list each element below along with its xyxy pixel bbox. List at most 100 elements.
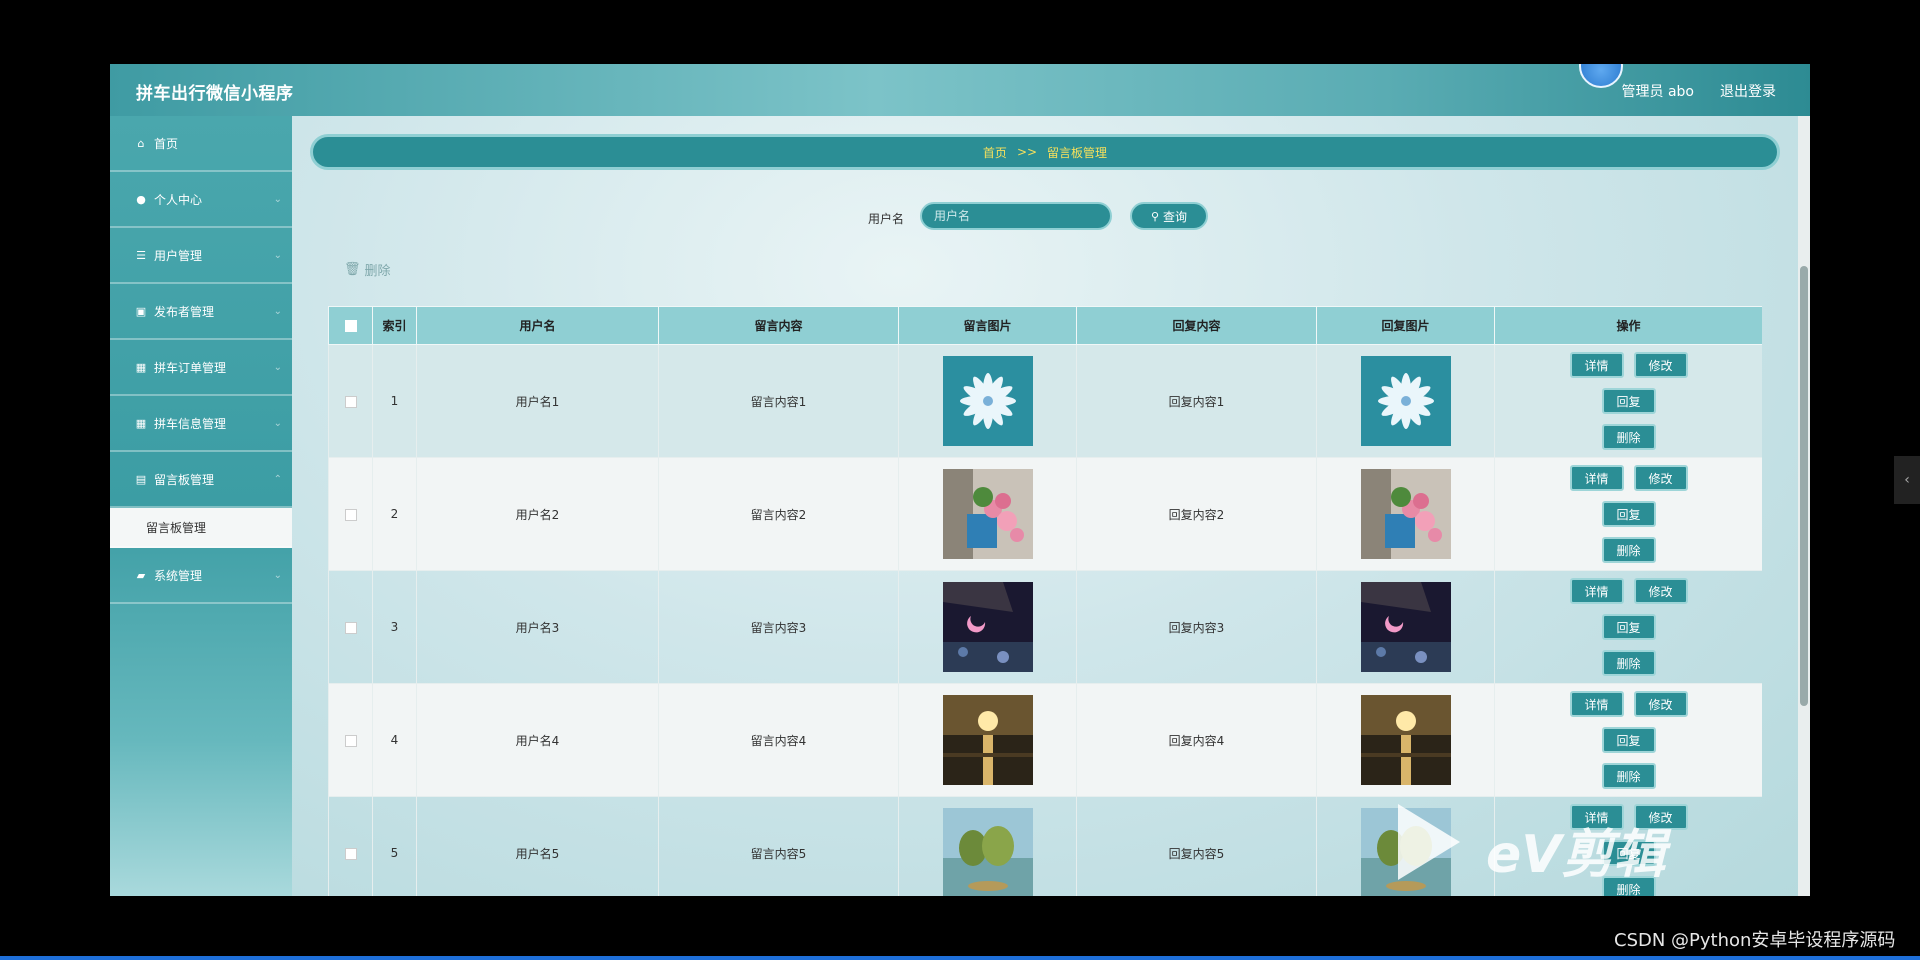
message-image[interactable] [942,582,1033,672]
settings-icon: ▰ [136,568,146,582]
message-content-cell: 留言内容1 [658,344,899,458]
sidebar-item-home[interactable]: ⌂ 首页 [110,116,292,172]
row-checkbox[interactable] [344,395,357,408]
watermark-play-icon [1398,804,1460,880]
table-row[interactable]: 2 用户名2 留言内容2 回复内容2 详情 修改 回复 删除 [328,457,1762,571]
main-content: 首页 >> 留言板管理 用户名 ⚲ 查询 🗑 删除 [292,116,1810,896]
row-checkbox[interactable] [344,734,357,747]
edit-button[interactable]: 修改 [1633,578,1688,604]
sidebar-item-publisher-management[interactable]: ▣ 发布者管理 ⌄ [110,284,292,340]
sidebar-item-order-management[interactable]: ▦ 拼车订单管理 ⌄ [110,340,292,396]
edit-button[interactable]: 修改 [1633,691,1688,717]
trash-icon: 🗑 [344,262,361,277]
table-row[interactable]: 3 用户名3 留言内容3 回复内容3 详情 修改 回复 删除 [328,570,1762,684]
username-cell: 用户名2 [416,457,659,571]
breadcrumb: 首页 >> 留言板管理 [310,134,1780,170]
search-input[interactable] [920,202,1112,230]
column-header[interactable]: 留言图片 [898,306,1077,345]
search-button[interactable]: ⚲ 查询 [1130,202,1208,230]
sidebar-item-label: 首页 [154,136,179,151]
sidebar-item-label: 留言板管理 [154,472,215,487]
select-all-checkbox[interactable] [344,320,357,332]
sidebar-item-label: 拼车订单管理 [154,360,227,375]
column-header[interactable]: 索引 [372,306,417,345]
reply-button[interactable]: 回复 [1601,614,1656,640]
message-image[interactable] [942,695,1033,785]
reply-button[interactable]: 回复 [1601,388,1656,414]
reply-image[interactable] [1360,356,1451,446]
detail-button[interactable]: 详情 [1569,352,1624,378]
message-icon: ▤ [135,472,147,486]
message-image-cell [898,683,1077,797]
column-header[interactable]: 回复图片 [1316,306,1495,345]
message-image-cell [898,457,1077,571]
delete-button[interactable]: 删除 [1601,650,1656,676]
detail-button[interactable]: 详情 [1569,578,1624,604]
index-cell: 3 [372,570,417,684]
sidebar-item-message-board[interactable]: ▤ 留言板管理 ⌃ [110,452,292,508]
message-image-cell [898,796,1077,896]
column-header[interactable]: 留言内容 [658,306,899,345]
bulk-delete-button[interactable]: 🗑 删除 [344,260,391,279]
reply-content-cell: 回复内容4 [1076,683,1317,797]
table-row[interactable]: 4 用户名4 留言内容4 回复内容4 详情 修改 回复 删除 [328,683,1762,797]
sidebar-item-carpool-info[interactable]: ▦ 拼车信息管理 ⌄ [110,396,292,452]
sidebar-item-system-management[interactable]: ▰ 系统管理 ⌄ [110,548,292,604]
column-header[interactable]: 用户名 [416,306,659,345]
username-cell: 用户名1 [416,344,659,458]
row-checkbox[interactable] [344,621,357,634]
delete-button[interactable]: 删除 [1601,537,1656,563]
column-header[interactable]: 回复内容 [1076,306,1317,345]
breadcrumb-home[interactable]: 首页 [983,144,1007,161]
reply-image-cell [1316,683,1495,797]
row-select-cell [328,796,373,896]
reply-button[interactable]: 回复 [1601,501,1656,527]
reply-image[interactable] [1360,695,1451,785]
message-content-cell: 留言内容5 [658,796,899,896]
index-cell: 4 [372,683,417,797]
row-checkbox[interactable] [344,508,357,521]
search-button-label: 查询 [1163,209,1188,224]
row-select-cell [328,570,373,684]
message-image[interactable] [942,469,1033,559]
reply-image[interactable] [1360,469,1451,559]
message-image-cell [898,570,1077,684]
delete-button[interactable]: 删除 [1601,763,1656,789]
delete-button[interactable]: 删除 [1601,424,1656,450]
message-content-cell: 留言内容3 [658,570,899,684]
message-image[interactable] [942,808,1033,896]
sidebar-item-label: 拼车信息管理 [154,416,227,431]
scrollbar-thumb[interactable] [1800,266,1808,706]
actions-cell: 详情 修改回复删除 [1494,344,1762,458]
reply-content-cell: 回复内容5 [1076,796,1317,896]
reply-button[interactable]: 回复 [1601,727,1656,753]
detail-button[interactable]: 详情 [1569,465,1624,491]
sidebar-item-user-management[interactable]: ☰ 用户管理 ⌄ [110,228,292,284]
chevron-down-icon: ⌄ [273,570,282,581]
sidebar: ⌂ 首页 ● 个人中心 ⌄ ☰ 用户管理 ⌄ ▣ 发布者管理 ⌄ ▦ 拼车订单管… [110,116,292,896]
detail-button[interactable]: 详情 [1569,691,1624,717]
vertical-scrollbar[interactable] [1798,116,1810,896]
actions-cell: 详情 修改回复删除 [1494,683,1762,797]
reply-content-cell: 回复内容3 [1076,570,1317,684]
search-label: 用户名 [868,212,905,226]
app-title: 拼车出行微信小程序 [136,84,294,104]
user-icon: ● [136,192,146,206]
search-bar: 用户名 ⚲ 查询 [292,202,1810,232]
actions-cell: 详情 修改回复删除 [1494,457,1762,571]
index-cell: 1 [372,344,417,458]
table-row[interactable]: 1 用户名1 留言内容1 回复内容1 详情 修改回复删除 [328,344,1762,458]
sidebar-subitem-message-board[interactable]: 留言板管理 [110,508,292,548]
collapse-panel-button[interactable]: ‹ [1894,456,1920,504]
sidebar-item-personal-center[interactable]: ● 个人中心 ⌄ [110,172,292,228]
row-checkbox[interactable] [344,847,357,860]
column-header: 操作 [1494,306,1762,345]
logout-link[interactable]: 退出登录 [1720,81,1776,101]
edit-button[interactable]: 修改 [1633,352,1688,378]
edit-button[interactable]: 修改 [1633,465,1688,491]
reply-image[interactable] [1360,582,1451,672]
chevron-down-icon: ⌄ [273,250,282,261]
avatar[interactable] [1579,64,1623,88]
reply-content-cell: 回复内容1 [1076,344,1317,458]
message-image[interactable] [942,356,1033,446]
